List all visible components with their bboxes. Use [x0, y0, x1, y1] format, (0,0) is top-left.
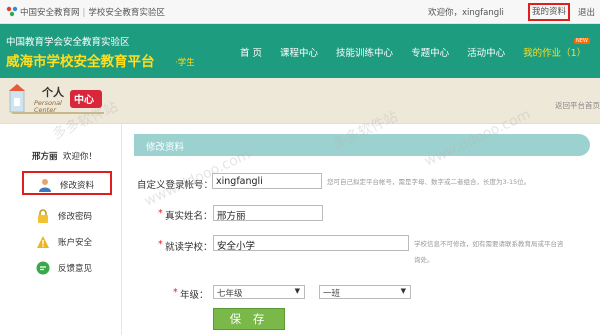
top-bar: 中国安全教育网 | 学校安全教育实验区 欢迎你，xingfangli 我的资料 退出 — [0, 0, 600, 24]
role-subtitle: ·学生 — [175, 58, 195, 68]
sidebar-item-label: 反馈意见 — [58, 264, 93, 274]
my-info-link[interactable]: 我的资料 — [528, 3, 570, 21]
sidebar-item-edit-profile[interactable]: 修改资料 — [22, 171, 112, 195]
user-icon — [39, 179, 51, 192]
main-nav: 首 页 课程中心 技能训练中心 专题中心 活动中心 我的作业（1） NEW — [240, 38, 600, 59]
sidebar-item-account-security[interactable]: 账户安全 — [22, 230, 112, 254]
class-select-value: 一班 — [323, 289, 341, 299]
nav-activities[interactable]: 活动中心 — [467, 45, 505, 59]
edit-profile-panel: 修改资料 — [122, 124, 600, 335]
sidebar-item-label: 修改资料 — [60, 181, 95, 191]
lock-icon — [38, 209, 48, 223]
top-separator: | — [82, 8, 86, 18]
nav-skills[interactable]: 技能训练中心 — [336, 45, 393, 59]
nav-topics[interactable]: 专题中心 — [411, 45, 449, 59]
real-name-label: 真实姓名： — [165, 211, 213, 222]
school-label: 就读学校： — [165, 242, 213, 253]
personal-en: Personal Center — [34, 99, 62, 114]
feedback-icon — [36, 261, 50, 275]
school-hint-line1: 学校信息不可修改，如有需要请联系教育局或平台咨 — [414, 240, 564, 248]
school-input[interactable]: 安全小学 — [213, 235, 409, 252]
zone-link[interactable]: 学校安全教育实验区 — [88, 8, 165, 18]
site-link[interactable]: 中国安全教育网 — [20, 8, 80, 18]
login-account-label: 自定义登录帐号： — [137, 180, 214, 191]
school-hint-line2: 询处。 — [414, 256, 434, 264]
warning-icon — [37, 236, 49, 248]
grade-select-value: 七年级 — [217, 289, 243, 299]
site-title[interactable]: 威海市学校安全教育平台 — [6, 50, 155, 70]
panel-heading-bar: 修改资料 — [134, 134, 590, 156]
nav-homework[interactable]: 我的作业（1） — [523, 45, 586, 59]
greeting-text: 欢迎你！ — [62, 152, 97, 162]
required-mark: * — [173, 287, 178, 298]
nav-courses[interactable]: 课程中心 — [280, 45, 318, 59]
required-mark: * — [158, 239, 163, 250]
sidebar-greeting: 邢方丽 欢迎你！ — [32, 150, 97, 162]
sidebar-item-label: 修改密码 — [58, 212, 93, 222]
personal-center-banner: 个人 Personal Center 中心 返回平台首页 — [0, 78, 600, 124]
save-button[interactable]: 保 存 — [213, 308, 285, 330]
panel-heading: 修改资料 — [146, 142, 185, 153]
login-account-input[interactable]: xingfangli — [212, 173, 322, 189]
user-name: 邢方丽 — [32, 152, 58, 162]
site-logo-icon — [6, 6, 18, 17]
welcome-text: 欢迎你，xingfangli — [428, 8, 504, 18]
center-cn: 中心 — [74, 95, 94, 106]
login-account-hint: 您可自己拟定平台帐号，需是字母、数字或二者组合，长度为3-15位。 — [327, 178, 531, 186]
logout-link[interactable]: 退出 — [578, 6, 595, 18]
sidebar-item-change-password[interactable]: 修改密码 — [22, 204, 112, 228]
nav-home[interactable]: 首 页 — [240, 45, 262, 59]
sidebar-item-feedback[interactable]: 反馈意见 — [22, 256, 112, 280]
sidebar: 邢方丽 欢迎你！ 修改资料 修改密码 账户安全 反馈意见 — [0, 124, 122, 335]
return-home-link[interactable]: 返回平台首页 — [555, 100, 600, 111]
top-links: 中国安全教育网 | 学校安全教育实验区 — [20, 6, 165, 18]
sidebar-item-label: 账户安全 — [58, 238, 93, 248]
chevron-down-icon: ▼ — [294, 287, 300, 295]
site-header: 中国教育学会安全教育实验区 威海市学校安全教育平台 ·学生 首 页 课程中心 技能训… — [0, 24, 600, 78]
required-mark: * — [158, 208, 163, 219]
personal-cn: 个人 — [42, 86, 64, 99]
org-name: 中国教育学会安全教育实验区 — [6, 37, 130, 48]
grade-label: 年级： — [180, 290, 209, 301]
real-name-input[interactable]: 邢方丽 — [213, 205, 323, 222]
chevron-down-icon: ▼ — [400, 287, 406, 295]
new-badge: NEW — [574, 38, 590, 44]
class-select[interactable]: 一班 ▼ — [319, 285, 411, 299]
grade-select[interactable]: 七年级 ▼ — [213, 285, 305, 299]
